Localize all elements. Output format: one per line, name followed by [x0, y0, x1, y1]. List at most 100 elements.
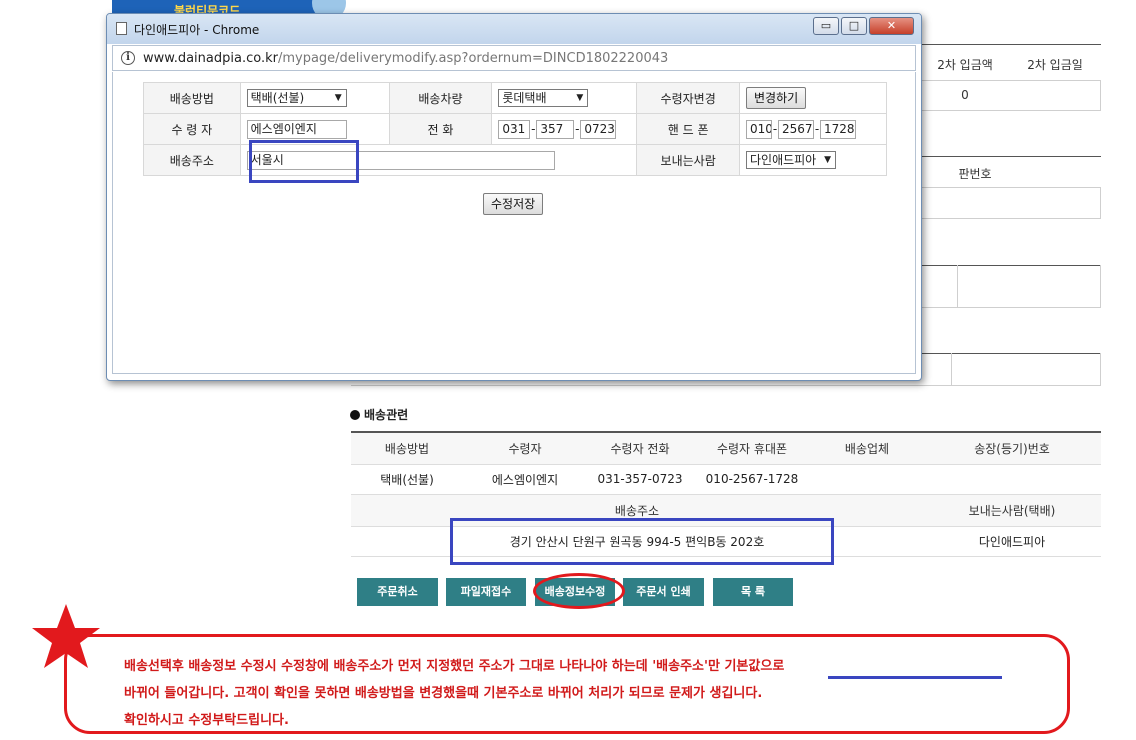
maximize-button[interactable]: □ — [841, 17, 867, 35]
note-line-1: 배송선택후 배송정보 수정시 수정창에 배송주소가 먼저 지정했던 주소가 그대… — [124, 655, 784, 674]
cancel-order-button[interactable]: 주문취소 — [357, 578, 438, 606]
url-text: www.dainadpia.co.kr/mypage/deliverymodif… — [143, 51, 668, 66]
cell-delivery-method: 택배(선불) — [351, 464, 463, 495]
second-payment-amount-value: 0 — [961, 88, 969, 102]
divider — [1100, 265, 1101, 307]
cell-method-select: 택배(선불) ▼ — [239, 82, 390, 114]
dropdown-arrow-icon: ▼ — [576, 93, 584, 103]
label-delivery-vehicle: 배송차량 — [388, 82, 493, 114]
header-sender: 보내는사람(택배) — [923, 494, 1101, 527]
popup-content: 배송방법 택배(선불) ▼ 배송차량 롯데택배 ▼ 수령자변경 변경하기 수 령 자… — [112, 72, 916, 374]
cell-tracking-number — [923, 464, 1101, 495]
phone-part-2-input[interactable]: 357 — [536, 119, 575, 139]
table-row: 택배(선불) 에스엠이엔지 031-357-0723 010-2567-1728 — [351, 464, 1101, 495]
second-payment-amount-header: 2차 입금액 — [937, 58, 993, 72]
note-emphasis-underline — [828, 676, 1002, 679]
note-line-2: 바뀌어 들어갑니다. 고객이 확인을 못하면 배송방법을 변경했을때 기본주소로… — [124, 686, 763, 701]
cell-recipient-mobile: 010-2567-1728 — [693, 464, 811, 495]
delivery-method-select[interactable]: 택배(선불) ▼ — [246, 89, 347, 107]
page-icon — [116, 22, 127, 35]
header-delivery-method: 배송방법 — [351, 431, 463, 465]
table-top-rule — [922, 265, 1101, 266]
save-changes-button[interactable]: 수정저장 — [483, 193, 544, 215]
note-line-1-text: 배송선택후 배송정보 수정시 수정창에 배송주소가 먼저 지정했던 주소가 그대… — [124, 659, 653, 674]
header-carrier: 배송업체 — [811, 431, 923, 465]
cell-mobile-inputs: 010- 2567-1728 — [738, 113, 888, 145]
delivery-vehicle-select[interactable]: 롯데택배 ▼ — [498, 89, 589, 107]
label-sender: 보내는사람 — [636, 144, 740, 176]
cell-change-button: 변경하기 — [738, 82, 888, 114]
delivery-section-title-text: 배송관련 — [364, 408, 409, 422]
divider — [351, 385, 1101, 386]
divider — [1100, 80, 1101, 110]
divider — [922, 80, 1101, 81]
mobile-part-2-input[interactable]: 2567 — [777, 119, 814, 139]
header-tracking-number: 송장(등기)번호 — [923, 431, 1101, 465]
divider — [922, 187, 1101, 188]
delivery-header-row: 배송방법 수령자 수령자 전화 수령자 휴대폰 배송업체 송장(등기)번호 — [351, 431, 1101, 465]
divider — [951, 353, 952, 385]
mobile-part-1-input[interactable]: 010 — [745, 119, 772, 139]
header-recipient: 수령자 — [463, 431, 587, 465]
url-path: /mypage/deliverymodify.asp?ordernum=DINC… — [277, 51, 669, 66]
label-recipient: 수 령 자 — [143, 113, 241, 145]
address-bar[interactable]: i www.dainadpia.co.kr/mypage/deliverymod… — [112, 45, 916, 71]
plate-number-header: 판번호 — [958, 167, 992, 181]
url-host: www.dainadpia.co.kr — [143, 51, 278, 66]
popup-titlebar[interactable]: 다인애드피아 - Chrome ▭ □ ✕ — [107, 14, 921, 44]
payment-table-top-rule — [922, 44, 1101, 45]
header-recipient-mobile: 수령자 휴대폰 — [693, 431, 811, 465]
dropdown-arrow-icon: ▼ — [822, 152, 831, 168]
section-bullet-icon — [350, 410, 360, 420]
delivery-edit-popup-window: 다인애드피아 - Chrome ▭ □ ✕ i www.dainadpia.co… — [106, 13, 922, 381]
edit-button-highlight-circle — [533, 573, 625, 609]
list-button[interactable]: 목 록 — [713, 578, 793, 606]
delivery-vehicle-select-value: 롯데택배 — [502, 91, 547, 105]
phone-part-1-input[interactable]: 031 — [498, 119, 531, 139]
recipient-input[interactable]: 에스엠이엔지 — [246, 119, 347, 139]
divider — [957, 265, 958, 307]
info-icon[interactable]: i — [121, 51, 135, 65]
delivery-section-title: 배송관련 — [350, 406, 408, 423]
cell-sender-select: 다인애드피아 ▼ — [738, 144, 888, 176]
label-change-recipient: 수령자변경 — [636, 82, 740, 114]
divider — [1100, 187, 1101, 218]
file-resubmit-button[interactable]: 파일재접수 — [446, 578, 526, 606]
close-button[interactable]: ✕ — [869, 17, 914, 35]
sender-select[interactable]: 다인애드피아 ▼ — [745, 151, 836, 169]
label-phone: 전 화 — [388, 113, 493, 145]
label-mobile: 핸 드 폰 — [636, 113, 740, 145]
phone-part-3-input[interactable]: 0723 — [580, 119, 617, 139]
popup-window-title: 다인애드피아 - Chrome — [134, 23, 260, 37]
cell-recipient: 에스엠이엔지 — [463, 464, 587, 495]
annotation-note: 배송선택후 배송정보 수정시 수정창에 배송주소가 먼저 지정했던 주소가 그대… — [64, 634, 1070, 734]
star-icon — [32, 604, 100, 668]
dropdown-arrow-icon: ▼ — [334, 93, 342, 103]
cell-vehicle-select: 롯데택배 ▼ — [491, 82, 638, 114]
label-delivery-method: 배송방법 — [143, 82, 241, 114]
divider — [922, 110, 1101, 111]
divider — [1100, 353, 1101, 385]
address-highlight-box — [450, 518, 834, 565]
label-delivery-address: 배송주소 — [143, 144, 241, 176]
header-recipient-phone: 수령자 전화 — [587, 431, 693, 465]
cell-sender: 다인애드피아 — [923, 526, 1101, 557]
form-row: 배송방법 택배(선불) ▼ 배송차량 롯데택배 ▼ 수령자변경 변경하기 — [143, 82, 888, 114]
table-top-rule — [922, 353, 1101, 354]
minimize-button[interactable]: ▭ — [813, 17, 839, 35]
cell-carrier — [811, 464, 923, 495]
popup-address-highlight-box — [249, 140, 359, 183]
change-recipient-button[interactable]: 변경하기 — [745, 87, 807, 109]
divider — [922, 218, 1101, 219]
divider — [922, 307, 1101, 308]
sender-select-value: 다인애드피아 — [749, 153, 817, 167]
print-order-button[interactable]: 주문서 인쇄 — [623, 578, 704, 606]
note-line-3: 확인하시고 수정부탁드립니다. — [124, 713, 289, 728]
cell-phone-inputs: 031-357-0723 — [491, 113, 638, 145]
plate-table-top-rule — [922, 156, 1101, 157]
delivery-method-select-value: 택배(선불) — [250, 91, 305, 105]
cell-recipient-phone: 031-357-0723 — [587, 464, 693, 495]
note-line-1-emphasis: '배송주소'만 기본값으로 — [652, 659, 785, 674]
mobile-part-3-input[interactable]: 1728 — [819, 119, 856, 139]
second-payment-date-header: 2차 입금일 — [1027, 58, 1083, 72]
